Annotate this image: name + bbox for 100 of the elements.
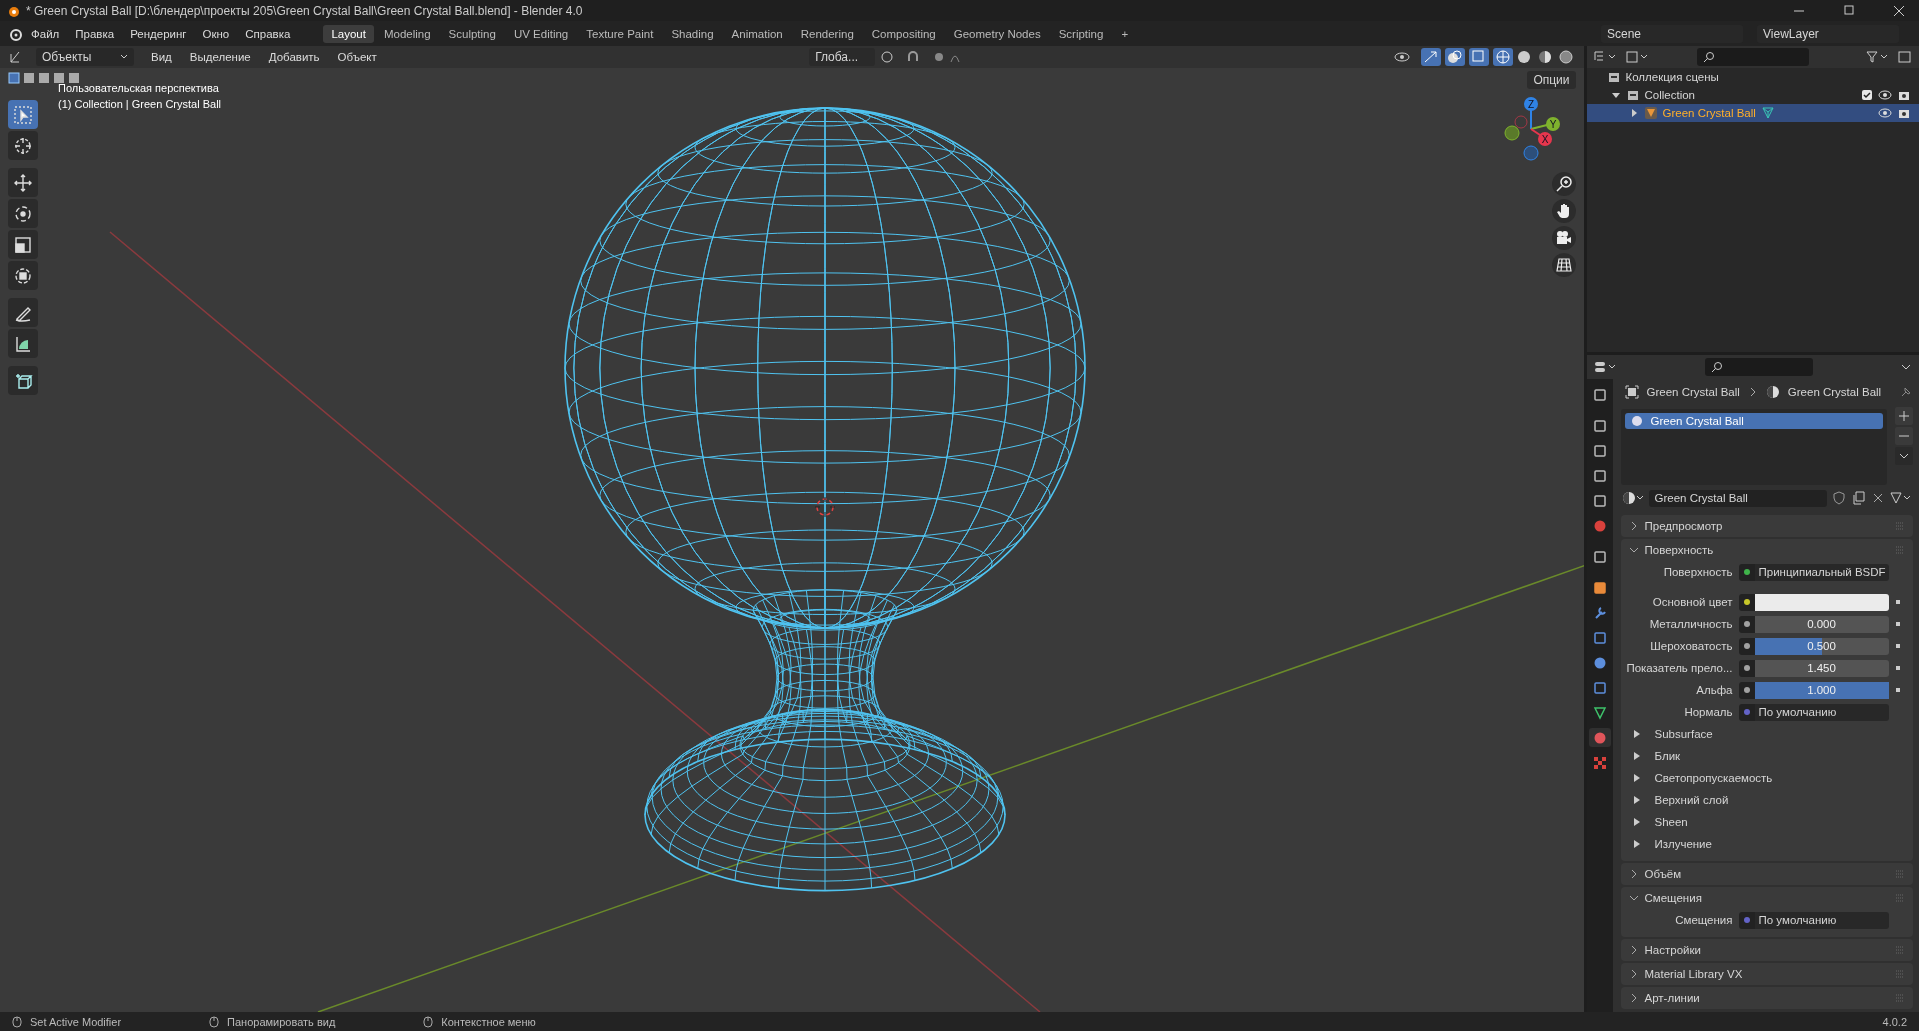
- socket-dot[interactable]: [1743, 665, 1750, 671]
- panel-header[interactable]: Объём: [1620, 863, 1913, 885]
- menu-item[interactable]: Рендеринг: [123, 25, 194, 42]
- menu-item[interactable]: Справка: [238, 25, 298, 42]
- checkbox[interactable]: [1861, 89, 1873, 101]
- axis-handle[interactable]: [1514, 115, 1527, 129]
- options-dropdown[interactable]: Опции: [1527, 71, 1576, 89]
- link-field[interactable]: По умолчанию: [1754, 703, 1889, 721]
- workspace-tab[interactable]: Geometry Nodes: [945, 24, 1049, 43]
- overlay-toggle-icon[interactable]: [1444, 48, 1465, 66]
- menu-item[interactable]: Правка: [68, 25, 122, 42]
- mesh-data-icon[interactable]: [1889, 490, 1913, 506]
- select-box-tool[interactable]: [8, 100, 38, 129]
- select-mode-icon[interactable]: [68, 72, 80, 84]
- move-tool[interactable]: [8, 168, 38, 197]
- rotate-tool[interactable]: [8, 199, 38, 228]
- eye-icon[interactable]: [1878, 89, 1892, 101]
- eye-icon[interactable]: [1878, 107, 1892, 119]
- panel-header[interactable]: Арт-линии: [1620, 987, 1913, 1009]
- expand-arrow-icon[interactable]: [1610, 90, 1621, 100]
- subpanel-header[interactable]: Излучение: [1620, 833, 1913, 855]
- duplicate-icon[interactable]: [1851, 490, 1867, 506]
- subpanel-header[interactable]: Светопропускаемость: [1620, 767, 1913, 789]
- workspace-tab[interactable]: Modeling: [375, 24, 439, 43]
- panel-header[interactable]: Настройки: [1620, 939, 1913, 961]
- scale-tool[interactable]: [8, 230, 38, 259]
- workspace-tab[interactable]: Sculpting: [440, 24, 504, 43]
- color-swatch[interactable]: [1754, 593, 1889, 611]
- pin-icon[interactable]: [1899, 385, 1913, 399]
- mode-dropdown[interactable]: Объекты: [36, 48, 134, 66]
- axis-handle[interactable]: [1523, 145, 1538, 161]
- outliner-row[interactable]: Green Crystal Ball: [1586, 104, 1919, 122]
- workspace-tab[interactable]: Scripting: [1050, 24, 1112, 43]
- select-mode-icon[interactable]: [23, 72, 35, 84]
- menu-item[interactable]: Объект: [330, 49, 384, 65]
- socket-dot[interactable]: [1743, 709, 1750, 715]
- camera-icon[interactable]: [1897, 107, 1911, 119]
- panel-header[interactable]: Смещения: [1620, 887, 1913, 909]
- view-layer-field[interactable]: ViewLayer: [1757, 24, 1899, 43]
- workspace-tab[interactable]: Texture Paint: [578, 24, 662, 43]
- workspace-tab[interactable]: Animation: [723, 24, 791, 43]
- maximize-button[interactable]: [1843, 4, 1855, 17]
- workspace-tab[interactable]: UV Editing: [505, 24, 577, 43]
- outliner-item[interactable]: Collection: [1644, 89, 1695, 101]
- socket-dot[interactable]: [1743, 599, 1750, 605]
- cursor-tool[interactable]: [8, 131, 38, 160]
- menu-item[interactable]: Добавить: [261, 49, 327, 65]
- properties-tab[interactable]: [1588, 728, 1611, 747]
- menu-item[interactable]: Вид: [144, 49, 179, 65]
- close-button[interactable]: [1893, 4, 1905, 17]
- socket-dot[interactable]: [1743, 687, 1750, 693]
- viewport[interactable]: Объекты Вид Выделение Добавить Объект Глоба... Опции Пользовательская перспектива (1) Collection | Green Crystal Ball Z Y X: [0, 46, 1584, 1012]
- axis-handle[interactable]: [1504, 125, 1519, 141]
- panel-header[interactable]: Material Library VX: [1620, 963, 1913, 985]
- close-icon[interactable]: [1871, 491, 1885, 505]
- gizmo-toggle-icon[interactable]: [1420, 48, 1441, 66]
- socket-dot[interactable]: [1743, 569, 1750, 575]
- wireframe-drawing[interactable]: [564, 107, 1086, 892]
- slider-field[interactable]: 1.000: [1754, 681, 1889, 699]
- workspace-tab[interactable]: Compositing: [863, 24, 944, 43]
- link-field[interactable]: По умолчанию: [1754, 911, 1889, 929]
- workspace-tab[interactable]: Shading: [663, 24, 722, 43]
- select-mode-icon[interactable]: [53, 72, 65, 84]
- scene-field[interactable]: Scene: [1601, 24, 1743, 43]
- subpanel-header[interactable]: Sheen: [1620, 811, 1913, 833]
- new-collection-icon[interactable]: [1897, 50, 1913, 64]
- axis-handle[interactable]: Y: [1529, 117, 1560, 131]
- slider-field[interactable]: 0.500: [1754, 637, 1889, 655]
- slot-menu-button[interactable]: [1895, 447, 1913, 465]
- material-browse-icon[interactable]: [1620, 490, 1645, 506]
- shield-icon[interactable]: [1831, 490, 1847, 506]
- camera-icon[interactable]: [1897, 89, 1911, 101]
- panel-header[interactable]: Поверхность: [1620, 539, 1913, 561]
- select-mode-icon[interactable]: [38, 72, 50, 84]
- workspace-tab[interactable]: Layout: [323, 24, 374, 43]
- wireframe-shading-icon[interactable]: [1492, 48, 1513, 66]
- socket-dot[interactable]: [1743, 621, 1750, 627]
- select-mode-icon[interactable]: [8, 72, 20, 84]
- grid-icon[interactable]: [1551, 253, 1576, 277]
- menu-item[interactable]: Выделение: [182, 49, 258, 65]
- zoom-icon[interactable]: [1551, 172, 1576, 196]
- axis-handle[interactable]: Z: [1523, 97, 1538, 130]
- slider-field[interactable]: 0.000: [1754, 615, 1889, 633]
- menu-item[interactable]: Файл: [24, 25, 67, 42]
- xray-toggle-icon[interactable]: [1468, 48, 1489, 66]
- add-slot-button[interactable]: [1895, 407, 1913, 425]
- subpanel-header[interactable]: Верхний слой: [1620, 789, 1913, 811]
- search-field[interactable]: [1704, 358, 1813, 376]
- panel-header[interactable]: Предпросмотр: [1620, 515, 1913, 537]
- link-field[interactable]: Принципиальный BSDF: [1754, 563, 1889, 581]
- number-field[interactable]: 1.450: [1754, 659, 1889, 677]
- pencil-tool[interactable]: [8, 298, 38, 327]
- subpanel-header[interactable]: Блик: [1620, 745, 1913, 767]
- transform-tool[interactable]: [8, 261, 38, 290]
- socket-dot[interactable]: [1743, 917, 1750, 923]
- ruler-tool[interactable]: [8, 329, 38, 358]
- add-workspace-button[interactable]: +: [1113, 24, 1137, 43]
- hand-icon[interactable]: [1551, 199, 1576, 223]
- menu-item[interactable]: Окно: [195, 25, 237, 42]
- app-logo-icon[interactable]: [8, 26, 22, 41]
